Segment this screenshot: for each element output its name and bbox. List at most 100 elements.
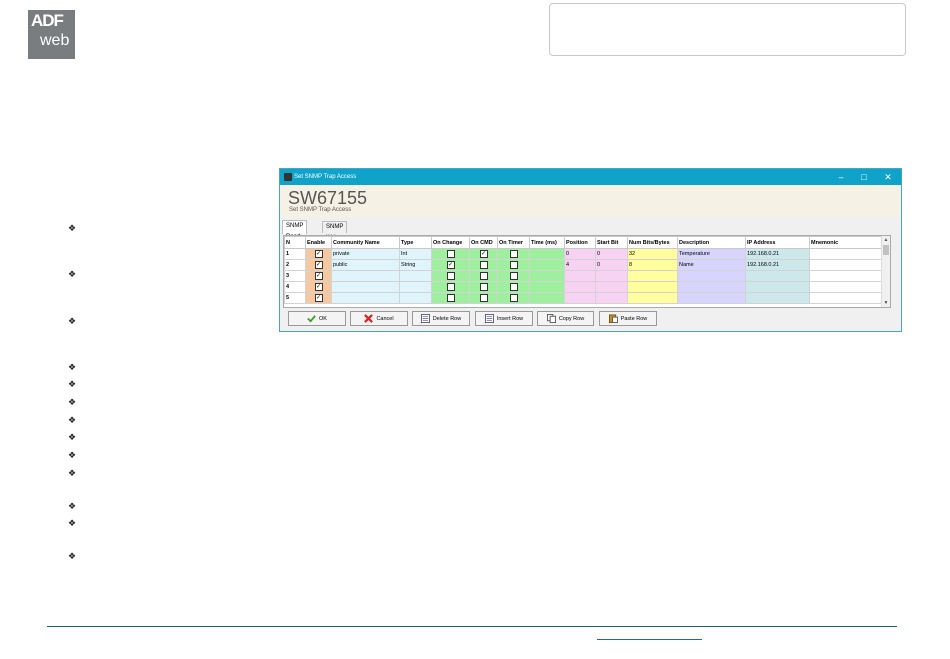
table-cell[interactable] [529, 281, 565, 293]
delete-row-button[interactable]: Delete Row [412, 311, 470, 326]
maximize-button[interactable]: □ [853, 169, 875, 185]
table-cell[interactable] [529, 292, 565, 304]
column-header[interactable]: IP Address [745, 236, 810, 249]
column-header[interactable]: Mnemonic [809, 236, 890, 249]
scroll-up-icon[interactable]: ▲ [882, 236, 890, 244]
table-cell[interactable] [529, 259, 565, 271]
table-row[interactable]: 2 ✓ public String ✓ 4 0 8 Name 192.168.0.21 [284, 259, 890, 271]
checkbox-cell[interactable]: ✓ [305, 248, 332, 260]
table-cell[interactable] [809, 259, 890, 271]
table-cell[interactable] [529, 270, 565, 282]
table-cell[interactable] [331, 270, 400, 282]
unchecked-checkbox[interactable] [509, 261, 518, 269]
checkbox-cell[interactable]: ✓ [469, 248, 498, 260]
table-cell[interactable] [564, 292, 596, 304]
checkbox-cell[interactable] [431, 248, 470, 260]
unchecked-checkbox[interactable] [509, 283, 518, 291]
checkbox-cell[interactable]: ✓ [305, 270, 332, 282]
table-cell[interactable]: 0 [564, 248, 596, 260]
table-cell[interactable] [595, 281, 628, 293]
table-cell[interactable]: 0 [595, 248, 628, 260]
table-cell[interactable]: 1 [284, 248, 306, 260]
table-cell[interactable]: 192.168.0.21 [745, 259, 810, 271]
unchecked-checkbox[interactable] [479, 283, 488, 291]
table-cell[interactable] [809, 270, 890, 282]
unchecked-checkbox[interactable] [446, 250, 455, 258]
checkbox-cell[interactable]: ✓ [431, 259, 470, 271]
checkbox-cell[interactable] [497, 248, 530, 260]
checked-checkbox[interactable]: ✓ [314, 294, 323, 302]
unchecked-checkbox[interactable] [446, 283, 455, 291]
table-cell[interactable] [745, 270, 810, 282]
table-cell[interactable] [677, 292, 746, 304]
table-cell[interactable] [331, 292, 400, 304]
table-cell[interactable] [529, 248, 565, 260]
checkbox-cell[interactable] [497, 259, 530, 271]
column-header[interactable]: Position [564, 236, 596, 249]
table-cell[interactable]: 2 [284, 259, 306, 271]
unchecked-checkbox[interactable] [479, 294, 488, 302]
minimize-button[interactable]: – [830, 169, 852, 185]
unchecked-checkbox[interactable] [509, 250, 518, 258]
tab-snmp-read[interactable]: SNMP Read [282, 220, 308, 240]
column-header[interactable]: Time (ms) [529, 236, 565, 249]
scroll-thumb[interactable] [883, 245, 889, 255]
table-cell[interactable]: 4 [284, 281, 306, 293]
checkbox-cell[interactable] [497, 270, 530, 282]
table-cell[interactable]: Name [677, 259, 746, 271]
unchecked-checkbox[interactable] [446, 294, 455, 302]
table-row[interactable]: 3 ✓ [284, 270, 890, 282]
column-header[interactable]: On Change [431, 236, 470, 249]
table-cell[interactable] [745, 281, 810, 293]
tab-snmp-write[interactable]: SNMP Write [322, 221, 348, 241]
unchecked-checkbox[interactable] [479, 272, 488, 280]
checked-checkbox[interactable]: ✓ [446, 261, 455, 269]
checkbox-cell[interactable]: ✓ [305, 281, 332, 293]
column-header[interactable]: Start Bit [595, 236, 628, 249]
table-cell[interactable]: 192.168.0.21 [745, 248, 810, 260]
checked-checkbox[interactable]: ✓ [314, 250, 323, 258]
unchecked-checkbox[interactable] [509, 294, 518, 302]
table-cell[interactable]: String [399, 259, 432, 271]
checkbox-cell[interactable] [497, 292, 530, 304]
table-cell[interactable] [595, 292, 628, 304]
paste-row-button[interactable]: Paste Row [599, 311, 657, 326]
column-header[interactable]: On CMD [469, 236, 498, 249]
column-header[interactable]: N [284, 236, 306, 249]
table-cell[interactable] [399, 281, 432, 293]
unchecked-checkbox[interactable] [479, 261, 488, 269]
checkbox-cell[interactable] [469, 259, 498, 271]
window-titlebar[interactable]: Set SNMP Trap Access – □ ✕ [280, 169, 901, 185]
column-header[interactable]: Type [399, 236, 432, 249]
checkbox-cell[interactable]: ✓ [305, 259, 332, 271]
table-cell[interactable]: 3 [284, 270, 306, 282]
checked-checkbox[interactable]: ✓ [314, 283, 323, 291]
table-cell[interactable] [627, 281, 678, 293]
table-cell[interactable]: 32 [627, 248, 678, 260]
column-header[interactable]: Community Name [331, 236, 400, 249]
checked-checkbox[interactable]: ✓ [314, 272, 323, 280]
table-cell[interactable] [627, 292, 678, 304]
ok-button[interactable]: OK [288, 311, 346, 326]
table-cell[interactable] [809, 248, 890, 260]
footer-link-underline[interactable] [597, 639, 702, 640]
copy-row-button[interactable]: Copy Row [537, 311, 594, 326]
table-cell[interactable]: Int [399, 248, 432, 260]
table-cell[interactable]: public [331, 259, 400, 271]
unchecked-checkbox[interactable] [446, 272, 455, 280]
table-cell[interactable] [809, 281, 890, 293]
table-row[interactable]: 4 ✓ [284, 281, 890, 293]
unchecked-checkbox[interactable] [509, 272, 518, 280]
vertical-scrollbar[interactable]: ▲ ▼ [881, 236, 890, 307]
table-cell[interactable]: private [331, 248, 400, 260]
table-cell[interactable] [627, 270, 678, 282]
table-row[interactable]: 1 ✓ private Int ✓ 0 0 32 Temperature 192.168.0.21 [284, 248, 890, 260]
column-header[interactable]: On Timer [497, 236, 530, 249]
table-cell[interactable] [595, 270, 628, 282]
checkbox-cell[interactable] [469, 292, 498, 304]
checkbox-cell[interactable] [431, 270, 470, 282]
checkbox-cell[interactable] [431, 292, 470, 304]
table-cell[interactable] [677, 281, 746, 293]
table-cell[interactable] [564, 270, 596, 282]
scroll-down-icon[interactable]: ▼ [882, 299, 890, 307]
